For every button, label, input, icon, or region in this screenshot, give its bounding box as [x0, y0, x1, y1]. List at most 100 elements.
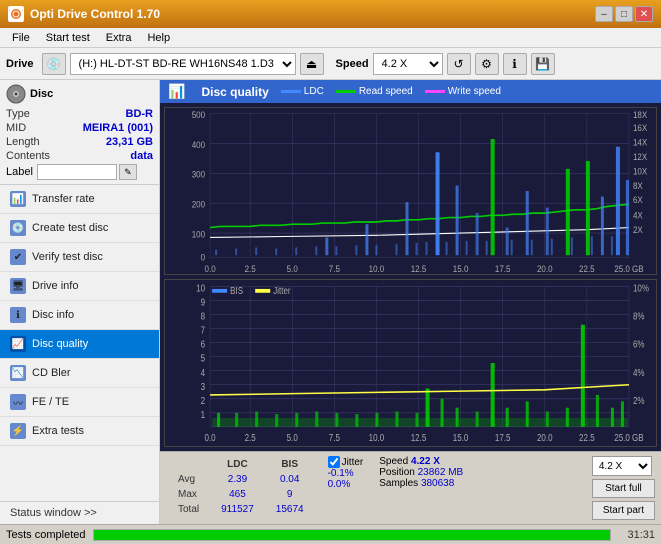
svg-text:10X: 10X — [633, 166, 648, 176]
svg-text:15.0: 15.0 — [453, 432, 469, 443]
svg-text:7: 7 — [201, 325, 205, 336]
minimize-button[interactable]: – — [595, 6, 613, 22]
disc-label-button[interactable]: ✎ — [119, 164, 137, 180]
menu-start-test[interactable]: Start test — [38, 30, 98, 46]
settings-button[interactable]: ⚙ — [475, 53, 499, 75]
jitter-max: 0.0% — [328, 479, 364, 490]
svg-text:4X: 4X — [633, 210, 643, 220]
svg-text:6%: 6% — [633, 339, 645, 350]
disc-quality-icon: 📈 — [10, 336, 26, 352]
nav-disc-quality[interactable]: 📈 Disc quality — [0, 330, 159, 359]
disc-label-input[interactable] — [37, 164, 117, 180]
fe-te-icon: 〰 — [10, 394, 26, 410]
start-part-button[interactable]: Start part — [592, 501, 655, 520]
speed-avg-val: 4.22 X — [411, 456, 440, 467]
disc-section: Disc Type BD-R MID MEIRA1 (001) Length 2… — [0, 80, 159, 185]
title-bar: Opti Drive Control 1.70 – □ ✕ — [0, 0, 661, 28]
legend-read-color — [336, 90, 356, 93]
svg-text:12X: 12X — [633, 152, 648, 162]
svg-text:15.0: 15.0 — [453, 263, 469, 273]
maximize-button[interactable]: □ — [615, 6, 633, 22]
svg-text:3: 3 — [201, 381, 205, 392]
svg-text:0.0: 0.0 — [205, 263, 216, 273]
nav-drive-info[interactable]: 🖥 Drive info — [0, 272, 159, 301]
svg-text:17.5: 17.5 — [495, 263, 511, 273]
svg-text:4%: 4% — [633, 367, 645, 378]
speed-dropdown[interactable]: 4.2 X — [592, 456, 652, 476]
legend-read-speed: Read speed — [336, 86, 413, 97]
disc-contents-row: Contents data — [6, 150, 153, 162]
eject-button[interactable]: ⏏ — [300, 53, 324, 75]
jitter-avg: -0.1% — [328, 468, 364, 479]
drive-select[interactable]: (H:) HL-DT-ST BD-RE WH16NS48 1.D3 — [70, 53, 296, 75]
svg-text:22.5: 22.5 — [579, 432, 595, 443]
app-icon — [8, 6, 24, 22]
start-full-button[interactable]: Start full — [592, 479, 655, 498]
disc-icon — [6, 84, 26, 104]
svg-text:400: 400 — [192, 139, 206, 149]
svg-text:12.5: 12.5 — [411, 432, 427, 443]
charts-area: 500 400 300 200 100 0 18X 16X 14X 12X 10… — [160, 103, 661, 451]
nav-items: 📊 Transfer rate 💿 Create test disc ✔ Ver… — [0, 185, 159, 446]
chart-title: Disc quality — [201, 85, 268, 99]
legend-write-speed: Write speed — [425, 86, 501, 97]
nav-extra-tests[interactable]: ⚡ Extra tests — [0, 417, 159, 446]
drive-icon-button[interactable]: 💿 — [42, 53, 66, 75]
right-panel: 📊 Disc quality LDC Read speed Write spee… — [160, 80, 661, 524]
nav-create-test-disc[interactable]: 💿 Create test disc — [0, 214, 159, 243]
legend-write-color — [425, 90, 445, 93]
menu-file[interactable]: File — [4, 30, 38, 46]
drive-info-icon: 🖥 — [10, 278, 26, 294]
svg-text:6: 6 — [201, 339, 205, 350]
chart-header-icon: 📊 — [168, 83, 185, 100]
legend-ldc-color — [281, 90, 301, 93]
speed-label: Speed — [336, 58, 369, 70]
cd-bler-icon: 📉 — [10, 365, 26, 381]
menu-bar: File Start test Extra Help — [0, 28, 661, 48]
bottom-chart-svg: 10 9 8 7 6 5 4 3 2 1 10% 8% 6% 4% 2% — [165, 280, 656, 446]
speed-select[interactable]: 4.2 X — [373, 53, 443, 75]
svg-text:6X: 6X — [633, 195, 643, 205]
svg-text:18X: 18X — [633, 110, 648, 120]
disc-length-row: Length 23,31 GB — [6, 136, 153, 148]
window-controls: – □ ✕ — [595, 6, 653, 22]
legend-ldc: LDC — [281, 86, 324, 97]
avg-row: Avg 2.39 0.04 — [168, 473, 314, 486]
svg-text:4: 4 — [201, 367, 205, 378]
menu-help[interactable]: Help — [139, 30, 178, 46]
bis-header: BIS — [266, 458, 314, 471]
nav-verify-test-disc[interactable]: ✔ Verify test disc — [0, 243, 159, 272]
svg-text:0.0: 0.0 — [205, 432, 216, 443]
create-test-disc-icon: 💿 — [10, 220, 26, 236]
svg-text:2%: 2% — [633, 395, 645, 406]
status-window-button[interactable]: Status window >> — [0, 501, 159, 524]
ldc-header: LDC — [211, 458, 264, 471]
speed-stats: Speed 4.22 X Position 23862 MB Samples 3… — [379, 456, 463, 489]
progress-bar — [93, 529, 611, 541]
info-button[interactable]: ℹ — [503, 53, 527, 75]
nav-disc-info[interactable]: ℹ Disc info — [0, 301, 159, 330]
nav-transfer-rate[interactable]: 📊 Transfer rate — [0, 185, 159, 214]
total-row: Total 911527 15674 — [168, 503, 314, 516]
nav-cd-bler[interactable]: 📉 CD Bler — [0, 359, 159, 388]
jitter-checkbox[interactable] — [328, 456, 340, 468]
top-chart-svg: 500 400 300 200 100 0 18X 16X 14X 12X 10… — [165, 108, 656, 274]
action-buttons: 4.2 X Start full Start part — [592, 456, 655, 520]
jitter-stats: Jitter -0.1% 0.0% — [328, 456, 364, 490]
extra-tests-icon: ⚡ — [10, 423, 26, 439]
svg-text:8: 8 — [201, 311, 205, 322]
svg-text:2.5: 2.5 — [245, 263, 256, 273]
menu-extra[interactable]: Extra — [98, 30, 140, 46]
close-button[interactable]: ✕ — [635, 6, 653, 22]
position-label: Position — [379, 467, 415, 478]
save-button[interactable]: 💾 — [531, 53, 555, 75]
app-title: Opti Drive Control 1.70 — [30, 7, 595, 21]
transfer-rate-icon: 📊 — [10, 191, 26, 207]
verify-test-disc-icon: ✔ — [10, 249, 26, 265]
nav-fe-te[interactable]: 〰 FE / TE — [0, 388, 159, 417]
svg-text:10: 10 — [196, 283, 205, 294]
svg-text:5.0: 5.0 — [287, 432, 298, 443]
svg-text:10.0: 10.0 — [369, 263, 385, 273]
svg-text:20.0: 20.0 — [537, 432, 553, 443]
refresh-button[interactable]: ↺ — [447, 53, 471, 75]
